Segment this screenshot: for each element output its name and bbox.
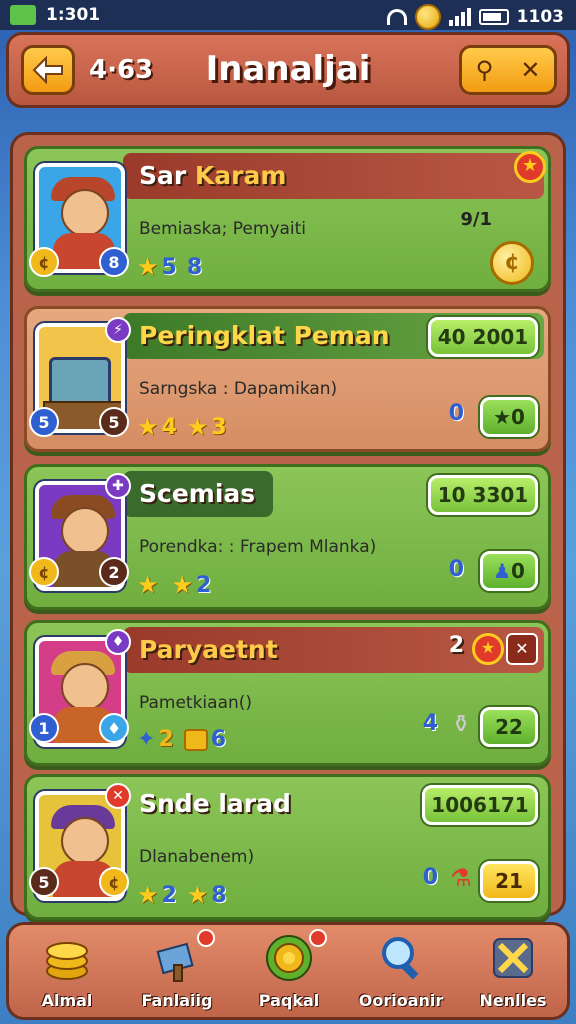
star-icon: ★ <box>186 881 209 909</box>
notification-dot <box>197 929 215 947</box>
search-icon <box>382 937 419 980</box>
card-stats: ★ ★ 2 <box>137 571 212 599</box>
status-icons: 1103 <box>386 4 564 30</box>
card-stats: ★ 2 ★ 8 <box>137 881 227 909</box>
face-shape <box>61 189 109 237</box>
card-counter: 4 <box>422 711 438 736</box>
nav-item-oorioanir[interactable]: Oorioanir <box>349 929 453 1019</box>
card-subtitle: Sarngska : Dapamikan) <box>139 379 338 399</box>
search-close-button[interactable]: ⚲ ✕ <box>459 45 557 95</box>
action-button[interactable]: ★0 <box>480 397 538 437</box>
score-pill: 10 3301 <box>428 475 538 515</box>
card-stats: ★ 4 ★ 3 <box>137 413 227 441</box>
card-subtitle: Dlanabenem) <box>139 847 255 867</box>
star-icon: ★ <box>186 413 209 441</box>
list-item[interactable]: 1 ♦ ♦ Paryaetnt 2 ★ ✕ Pametkiaan() ✦ 2 6 … <box>24 620 551 766</box>
star-icon: ★ <box>137 413 159 441</box>
potion-icon: ⚗ <box>450 864 472 892</box>
wifi-icon <box>386 9 407 25</box>
coin-stack-icon <box>46 942 88 980</box>
card-subtitle: Pametkiaan() <box>139 693 253 713</box>
level-badge: 5 <box>29 407 59 437</box>
status-clock-right: 1103 <box>516 7 564 27</box>
card-counter: 9/1 <box>460 209 492 230</box>
gem-icon: ✦ <box>137 727 156 752</box>
star-icon: ★ <box>137 571 159 599</box>
close-badge-icon: ✕ <box>105 783 131 809</box>
card-name: Scemias <box>139 479 256 508</box>
close-icon: ✕ <box>520 56 541 84</box>
coin-icon <box>414 4 441 30</box>
gem-badge: ♦ <box>99 713 129 743</box>
close-button[interactable]: ✕ <box>506 633 538 665</box>
face-shape <box>61 507 109 555</box>
nav-item-fanlaiig[interactable]: Fanlaiig <box>125 929 229 1019</box>
star-badge-icon: ★ <box>472 633 504 665</box>
list-item[interactable]: ¢ 8 Sar Karam ★ Bemiaska; Pemyaiti 9/1 ★… <box>24 146 551 292</box>
card-name: Snde larad <box>139 789 291 818</box>
count-badge: 5 <box>99 407 129 437</box>
nav-item-paqkal[interactable]: Paqkal <box>237 929 341 1019</box>
list-item[interactable]: 5 ¢ ✕ Snde larad 1006171 Dlanabenem) ★ 2 … <box>24 774 551 920</box>
card-counter: 0 <box>448 401 464 426</box>
list-item[interactable]: 5 5 ⚡ Peringklat Peman 40 2001 Sarngska … <box>24 306 551 452</box>
star-icon: ★ <box>137 253 159 281</box>
gem-icon: ♦ <box>105 629 131 655</box>
action-button[interactable]: 21 <box>480 861 538 901</box>
hammer-icon <box>156 942 194 982</box>
status-bar: 1:301 1103 <box>0 0 576 30</box>
face-shape <box>61 663 109 711</box>
list-item[interactable]: ¢ 2 ✚ Scemias 10 3301 Porendka: : Frapem… <box>24 464 551 610</box>
face-shape <box>61 817 109 865</box>
card-counter: 0 <box>422 865 438 890</box>
coin-button[interactable]: ¢ <box>490 241 534 285</box>
header-bar: 4·63 Inanaljai ⚲ ✕ <box>6 32 570 108</box>
app-grid-icon <box>10 5 36 25</box>
nav-item-almal[interactable]: Almal <box>15 929 119 1019</box>
potion-icon: ⚱ <box>450 710 472 738</box>
level-badge: 8 <box>99 247 129 277</box>
card-top-counter: 2 <box>448 633 464 658</box>
card-name: Paryaetnt <box>139 635 278 664</box>
card-stats: ★ 5 8 <box>137 253 203 281</box>
notification-dot <box>309 929 327 947</box>
card-counter: 0 <box>448 557 464 582</box>
crossed-swords-icon <box>493 938 533 978</box>
card-subtitle: Bemiaska; Pemyaiti <box>139 219 307 239</box>
score-pill: 40 2001 <box>428 317 538 357</box>
level-badge: 1 <box>29 713 59 743</box>
star-icon: ★ <box>171 571 194 599</box>
coin-badge: ¢ <box>29 557 59 587</box>
coin-badge: ¢ <box>99 867 129 897</box>
count-badge: 2 <box>99 557 129 587</box>
action-button[interactable]: ♟0 <box>480 551 538 591</box>
feather-icon: ✚ <box>105 473 131 499</box>
status-time: 1:301 <box>46 5 101 25</box>
nav-item-nenlles[interactable]: Nenlles <box>461 929 565 1019</box>
box-icon <box>183 728 208 751</box>
action-button[interactable]: 22 <box>480 707 538 747</box>
battery-icon <box>478 9 509 25</box>
card-name: Peringklat Peman <box>139 321 390 350</box>
bottom-nav: Almal Fanlaiig Paqkal Oorioanir Nenlles <box>6 922 570 1020</box>
coin-badge: ¢ <box>29 247 59 277</box>
pawn-icon: ♟ <box>493 559 511 583</box>
search-icon: ⚲ <box>475 56 494 84</box>
score-pill: 1006171 <box>422 785 538 825</box>
bolt-icon: ⚡ <box>105 317 131 343</box>
count-badge: 5 <box>29 867 59 897</box>
card-name: Sar Karam <box>139 161 287 190</box>
star-badge-icon: ★ <box>514 151 546 183</box>
card-stats: ✦ 2 6 <box>137 727 227 752</box>
card-subtitle: Porendka: : Frapem Mlanka) <box>139 537 377 557</box>
target-icon <box>266 935 312 981</box>
star-icon: ★ <box>137 881 159 909</box>
signal-icon <box>448 8 471 26</box>
